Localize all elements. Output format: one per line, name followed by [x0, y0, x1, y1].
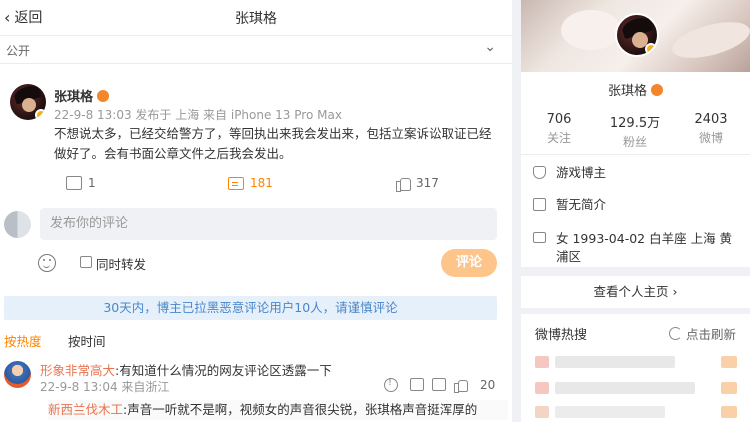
hot-search-title: 微博热搜 — [535, 328, 588, 343]
comment-input[interactable]: 发布你的评论 — [40, 208, 497, 240]
thumbs-up-icon — [396, 176, 411, 192]
posts-stat[interactable]: 2403 微博 — [673, 112, 749, 146]
reply-text: :声音一听就不是啊，视频女的声音很尖锐，张琪格声音挺浑厚的 — [123, 402, 478, 417]
replier-name[interactable]: 新西兰伐木工 — [48, 402, 123, 417]
forward-icon — [66, 176, 82, 190]
refresh-button[interactable]: 点击刷新 — [668, 324, 736, 343]
comment-text: :有知道什么情况的网友评论区透露一下 — [115, 363, 332, 378]
profile-tag: 游戏博主 — [533, 164, 736, 182]
followers-stat[interactable]: 129.5万 粉丝 — [597, 112, 673, 150]
profile-bio-text: 暂无简介 — [556, 197, 607, 212]
profile-stats: 706 关注 129.5万 粉丝 2403 微博 — [521, 112, 750, 150]
shield-icon — [533, 166, 546, 179]
visibility-label: 公开 — [6, 44, 31, 58]
profile-name[interactable]: 张琪格 — [521, 80, 750, 99]
commenter-avatar[interactable] — [4, 361, 31, 388]
profile-info: 女 1993-04-02 白羊座 上海 黄浦区 — [533, 230, 736, 266]
comment-line: 形象非常高大:有知道什么情况的网友评论区透露一下 — [40, 360, 332, 379]
profile-card: 张琪格 706 关注 129.5万 粉丝 2403 微博 游戏博主 暂无简介 女… — [521, 0, 750, 267]
comment-icon[interactable] — [432, 378, 446, 391]
verified-badge-icon — [645, 43, 657, 55]
view-profile-link[interactable]: 查看个人主页 › — [521, 276, 750, 308]
top-bar: ‹ 返回 张琪格 — [0, 0, 512, 36]
following-stat[interactable]: 706 关注 — [521, 112, 597, 146]
comment-icon — [228, 176, 244, 190]
thumbs-up-icon[interactable] — [454, 378, 468, 393]
sort-by-hot-tab[interactable]: 按热度 — [4, 331, 42, 350]
refresh-label: 点击刷新 — [685, 327, 736, 342]
comment-composer: 发布你的评论 — [0, 208, 512, 242]
hot-badge-blurred — [721, 406, 737, 418]
composer-options: 同时转发 评论 — [0, 249, 512, 277]
followers-label: 粉丝 — [622, 135, 647, 149]
my-avatar — [4, 211, 31, 238]
hot-item-blurred[interactable] — [555, 382, 695, 394]
profile-name-text: 张琪格 — [607, 84, 647, 99]
profile-bio: 暂无简介 — [533, 196, 736, 214]
comment-button[interactable]: 181 — [228, 176, 273, 190]
hot-item-blurred[interactable] — [555, 356, 675, 368]
forward-count: 1 — [88, 176, 96, 190]
emoji-icon[interactable] — [38, 254, 56, 272]
vip-icon — [651, 83, 663, 96]
comment-count: 181 — [250, 176, 273, 190]
document-icon — [533, 198, 546, 211]
reply-item: 新西兰伐木工:声音一听就不是啊，视频女的声音很尖锐，张琪格声音挺浑厚的 — [48, 400, 508, 420]
post-meta: 22-9-8 13:03 发布于 上海 来自 iPhone 13 Pro Max — [54, 108, 342, 122]
sidebar: 张琪格 706 关注 129.5万 粉丝 2403 微博 游戏博主 暂无简介 女… — [521, 0, 750, 422]
following-count: 706 — [546, 112, 572, 127]
submit-comment-button[interactable]: 评论 — [441, 249, 497, 277]
comment-like-count: 20 — [480, 378, 496, 392]
following-label: 关注 — [546, 131, 571, 145]
chevron-down-icon: ⌄ — [484, 39, 496, 55]
like-count: 317 — [416, 176, 439, 190]
refresh-icon — [668, 327, 682, 340]
comment-item: 形象非常高大:有知道什么情况的网友评论区透露一下 22-9-8 13:04 来自… — [0, 358, 512, 422]
post-actions: 1 181 317 — [0, 176, 512, 196]
hot-item-blurred[interactable] — [555, 406, 665, 418]
followers-count: 129.5万 — [609, 116, 661, 131]
visibility-dropdown[interactable]: 公开 ⌄ — [0, 36, 512, 64]
sort-by-time-tab[interactable]: 按时间 — [68, 331, 106, 350]
blocked-users-notice: 30天内，博主已拉黑恶意评论用户10人，请谨慎评论 — [4, 296, 497, 320]
comment-meta: 22-9-8 13:04 来自浙江 — [40, 380, 170, 394]
author-avatar[interactable] — [10, 84, 46, 120]
author-name-text: 张琪格 — [54, 90, 94, 105]
forward-button[interactable]: 1 — [66, 176, 96, 190]
vip-icon — [97, 89, 110, 102]
report-icon[interactable] — [384, 377, 398, 392]
comment-sort: 按热度 按时间 — [0, 331, 512, 351]
like-button[interactable]: 317 — [396, 176, 439, 192]
post-content: 不想说太多，已经交给警方了，等回执出来我会发出来，包括立案诉讼取证已经做好了。会… — [54, 126, 492, 161]
author-name[interactable]: 张琪格 — [54, 86, 110, 105]
hot-badge-blurred — [721, 382, 737, 394]
hot-search-panel: 微博热搜 点击刷新 — [521, 314, 750, 422]
hot-item-blurred[interactable] — [535, 382, 549, 394]
repost-checkbox[interactable] — [80, 256, 92, 268]
id-card-icon — [533, 232, 546, 243]
posts-label: 微博 — [698, 131, 723, 145]
page-title: 张琪格 — [235, 11, 277, 27]
commenter-name[interactable]: 形象非常高大 — [40, 363, 115, 378]
hot-item-blurred[interactable] — [535, 356, 549, 368]
verified-badge-icon — [35, 109, 46, 120]
hot-item-blurred[interactable] — [535, 406, 549, 418]
forward-icon[interactable] — [410, 378, 424, 391]
posts-count: 2403 — [694, 112, 728, 127]
profile-info-text: 女 1993-04-02 白羊座 上海 黄浦区 — [556, 231, 733, 264]
divider — [521, 154, 750, 155]
post-detail-panel: ‹ 返回 张琪格 公开 ⌄ 张琪格 22-9-8 13:03 发布于 上海 来自… — [0, 0, 512, 422]
repost-label: 同时转发 — [96, 257, 147, 272]
hot-badge-blurred — [721, 356, 737, 368]
profile-avatar[interactable] — [615, 13, 659, 57]
profile-tag-text: 游戏博主 — [556, 165, 607, 180]
weibo-page: ‹ 返回 张琪格 公开 ⌄ 张琪格 22-9-8 13:03 发布于 上海 来自… — [0, 0, 750, 422]
